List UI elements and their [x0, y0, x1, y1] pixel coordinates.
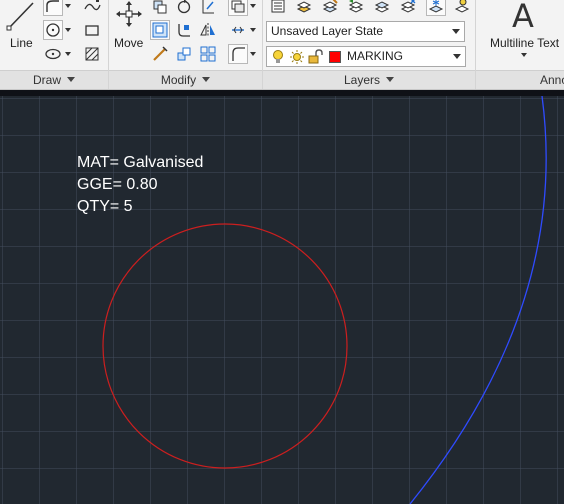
chevron-down-icon	[67, 77, 75, 82]
layer-properties-icon[interactable]	[268, 0, 288, 16]
move-tool-label[interactable]: Move	[114, 36, 143, 50]
multiline-text-dropdown[interactable]	[521, 53, 527, 57]
mtext-line[interactable]: MAT= Galvanised	[77, 153, 203, 173]
modify-panel-footer[interactable]: Modify	[109, 70, 262, 89]
line-tool-icon[interactable]	[4, 0, 34, 31]
chevron-down-icon	[452, 29, 460, 34]
unlock-icon	[307, 49, 323, 65]
offset-dropdown[interactable]	[249, 44, 257, 64]
ribbon: Line Draw Move Modify Unsaved Layer Stat…	[0, 0, 564, 90]
spline-icon[interactable]	[82, 0, 102, 16]
polyline-icon[interactable]	[43, 0, 63, 16]
move-tool-icon[interactable]	[113, 0, 143, 28]
layer-previous-icon[interactable]	[346, 0, 366, 16]
layer-state-select[interactable]: Unsaved Layer State	[266, 21, 465, 42]
layers-panel-footer[interactable]: Layers	[263, 70, 475, 89]
red-circle-entity[interactable]	[102, 223, 348, 469]
scale-icon[interactable]	[150, 44, 170, 64]
circle-icon[interactable]	[43, 20, 63, 40]
layer-unisolate-icon[interactable]	[398, 0, 418, 16]
annotation-panel-footer[interactable]: Anno	[476, 70, 564, 89]
current-layer-name: MARKING	[347, 49, 404, 63]
polyline-dropdown[interactable]	[64, 0, 72, 16]
explode-icon[interactable]	[228, 20, 248, 40]
modify-panel-label: Modify	[160, 73, 197, 87]
stretch-icon[interactable]	[150, 20, 170, 40]
make-current-layer-icon[interactable]	[294, 0, 314, 16]
multiline-text-glyph[interactable]: A	[508, 0, 538, 34]
chevron-down-icon	[202, 77, 211, 82]
offset-icon[interactable]	[228, 44, 248, 64]
layer-select[interactable]: MARKING	[266, 46, 466, 67]
line-tool-label[interactable]: Line	[10, 36, 33, 50]
trim-icon[interactable]	[198, 0, 218, 16]
annotation-panel-label: Anno	[540, 73, 564, 87]
erase-dropdown[interactable]	[249, 0, 257, 16]
draw-panel-label: Draw	[32, 73, 61, 87]
chevron-down-icon	[386, 77, 395, 82]
chevron-down-icon	[453, 54, 461, 59]
mtext-line[interactable]: GGE= 0.80	[77, 175, 158, 195]
layer-color-swatch	[329, 51, 341, 63]
copy-icon[interactable]	[150, 0, 170, 16]
layer-freeze-icon[interactable]	[426, 0, 446, 16]
array-icon[interactable]	[174, 44, 194, 64]
layer-isolate-icon[interactable]	[372, 0, 392, 16]
mtext-line[interactable]: QTY= 5	[77, 197, 133, 217]
explode-dropdown[interactable]	[249, 20, 257, 40]
layer-state-value: Unsaved Layer State	[271, 24, 384, 38]
circle-dropdown[interactable]	[64, 20, 72, 40]
rectangular-array-icon[interactable]	[198, 44, 218, 64]
ellipse-dropdown[interactable]	[64, 44, 72, 64]
sun-icon	[289, 49, 305, 65]
drawing-canvas[interactable]: MAT= Galvanised GGE= 0.80 QTY= 5	[0, 96, 564, 504]
ellipse-icon[interactable]	[43, 44, 63, 64]
layer-off-icon[interactable]	[452, 0, 472, 16]
lightbulb-icon	[271, 48, 285, 66]
fillet-icon[interactable]	[174, 20, 194, 40]
rectangle-icon[interactable]	[82, 20, 102, 40]
mirror-icon[interactable]	[198, 20, 218, 40]
rotate-icon[interactable]	[174, 0, 194, 16]
blue-arc-entity[interactable]	[409, 96, 547, 504]
erase-icon[interactable]	[228, 0, 248, 16]
match-layer-icon[interactable]	[320, 0, 340, 16]
multiline-text-label[interactable]: Multiline Text	[490, 36, 559, 50]
draw-panel-footer[interactable]: Draw	[0, 70, 108, 89]
layers-panel-label: Layers	[343, 73, 381, 87]
hatch-icon[interactable]	[82, 44, 102, 64]
